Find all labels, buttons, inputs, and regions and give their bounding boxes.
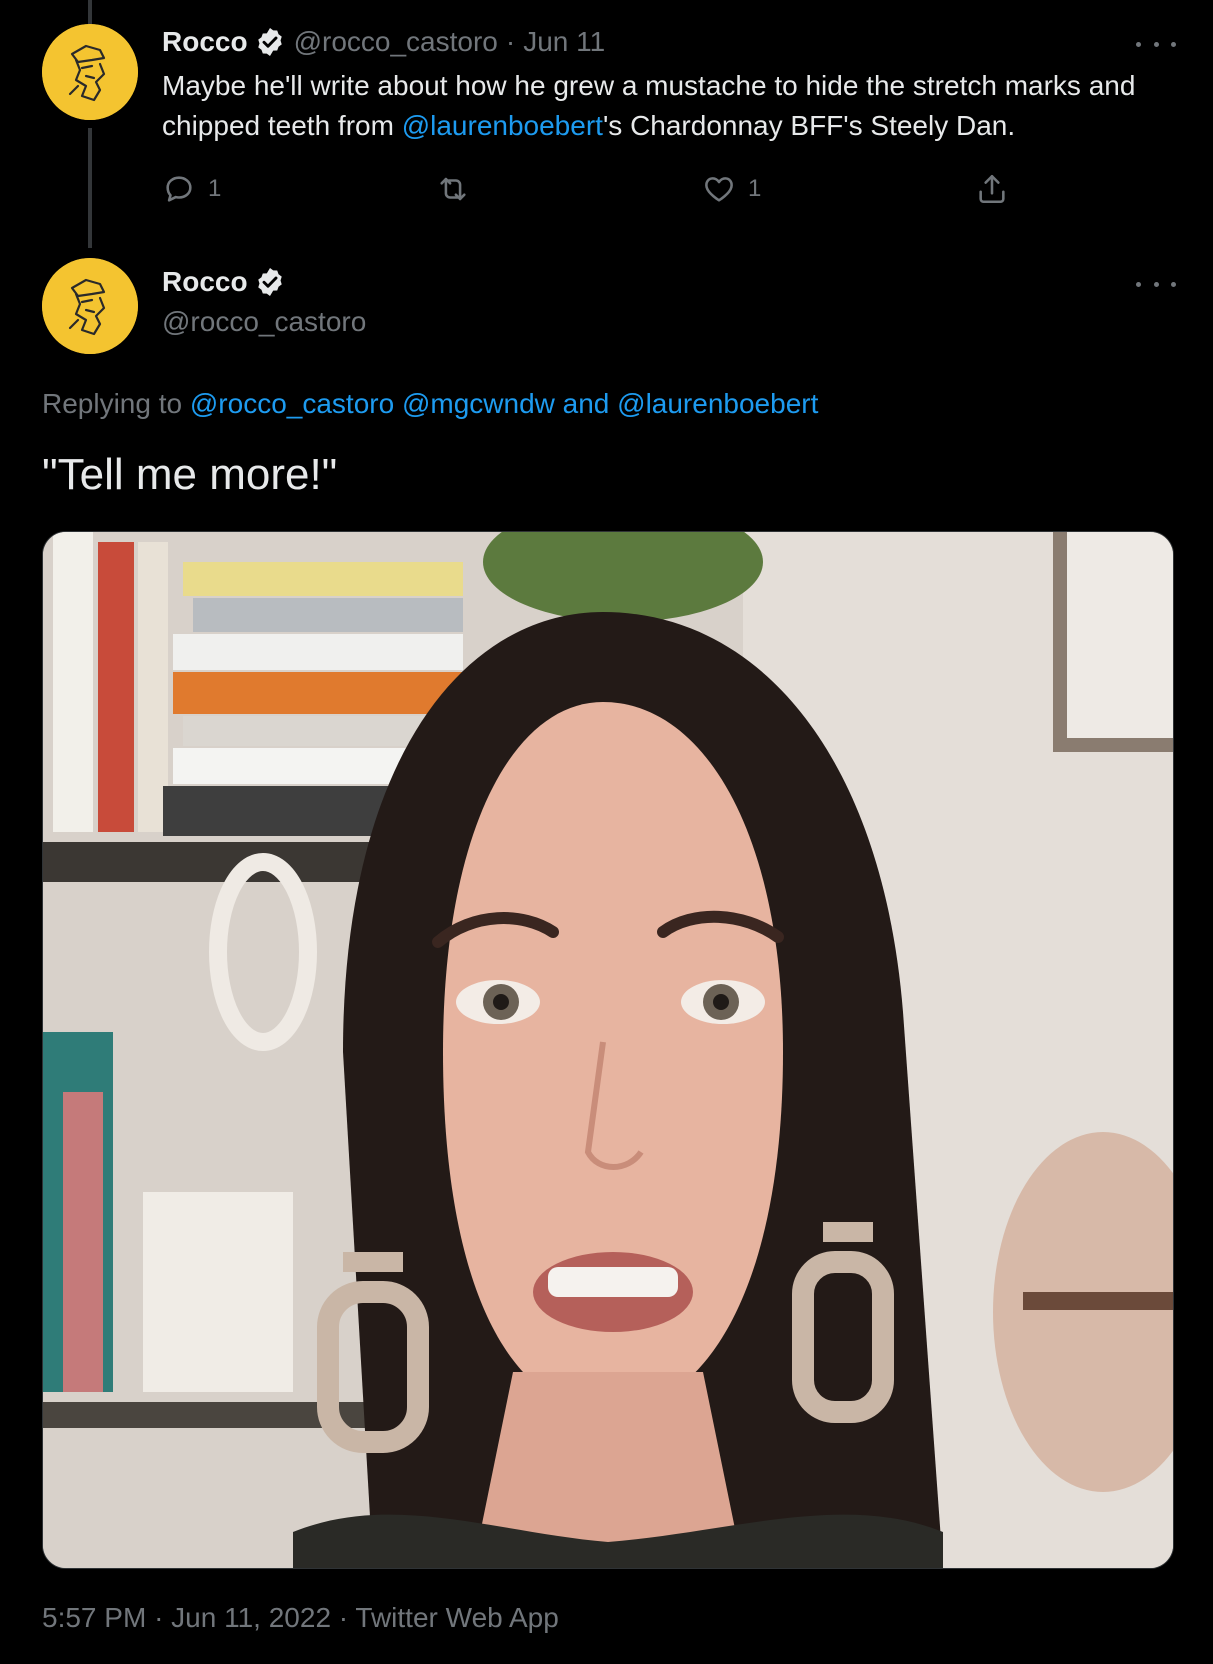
reply-icon bbox=[166, 176, 192, 202]
handle[interactable]: @rocco_castoro bbox=[162, 306, 366, 338]
like-button[interactable]: 1 bbox=[702, 172, 761, 206]
tweet-text: "Tell me more!" bbox=[42, 450, 338, 499]
avatar-illustration-icon bbox=[42, 24, 138, 120]
video-frame-image bbox=[43, 532, 1173, 1568]
share-button[interactable] bbox=[975, 172, 1009, 206]
main-tweet-header: Rocco bbox=[162, 266, 286, 298]
display-name[interactable]: Rocco bbox=[162, 266, 248, 298]
heart-icon bbox=[705, 177, 733, 202]
more-options-icon[interactable] bbox=[1136, 32, 1176, 56]
thread-connector bbox=[88, 128, 92, 248]
share-icon bbox=[979, 174, 1005, 204]
replying-prefix: Replying to bbox=[42, 388, 190, 419]
mention-link[interactable]: @rocco_castoro bbox=[190, 388, 394, 419]
handle[interactable]: @rocco_castoro bbox=[294, 26, 498, 58]
parent-tweet-header: Rocco @rocco_castoro · Jun 11 bbox=[162, 26, 605, 58]
verified-badge-icon bbox=[254, 26, 286, 58]
reply-button[interactable]: 1 bbox=[162, 172, 221, 206]
reply-count: 1 bbox=[208, 175, 222, 202]
avatar[interactable] bbox=[42, 258, 138, 354]
mention-link[interactable]: @laurenboebert bbox=[617, 388, 818, 419]
display-name[interactable]: Rocco bbox=[162, 26, 248, 58]
meta-separator: · bbox=[338, 1602, 349, 1633]
tweet-time-link[interactable]: 5:57 PM bbox=[42, 1602, 146, 1633]
retweet-icon bbox=[440, 177, 466, 201]
tweet-date-link[interactable]: Jun 11 bbox=[523, 26, 605, 58]
meta-separator: · bbox=[505, 26, 516, 57]
more-options-icon[interactable] bbox=[1136, 272, 1176, 296]
retweet-button[interactable] bbox=[436, 172, 482, 206]
like-count: 1 bbox=[748, 175, 762, 202]
mention-link[interactable]: @mgcwndw bbox=[402, 388, 555, 419]
tweet-media-video[interactable] bbox=[42, 531, 1174, 1569]
verified-badge-icon bbox=[254, 266, 286, 298]
tweet-date-link[interactable]: Jun 11, 2022 bbox=[171, 1602, 331, 1633]
replying-to: Replying to @rocco_castoro @mgcwndw and … bbox=[42, 388, 818, 420]
mention-link[interactable]: @laurenboebert bbox=[402, 110, 603, 141]
tweet-text: Maybe he'll write about how he grew a mu… bbox=[162, 66, 1162, 146]
tweet-timestamp: 5:57 PM · Jun 11, 2022 · Twitter Web App bbox=[42, 1602, 559, 1634]
reply-conjunction[interactable]: and bbox=[555, 388, 617, 419]
tweet-source-link[interactable]: Twitter Web App bbox=[355, 1602, 558, 1633]
thread-connector-top bbox=[88, 0, 92, 24]
meta-separator: · bbox=[154, 1602, 164, 1633]
avatar-illustration-icon bbox=[42, 258, 138, 354]
tweet-text-part: 's Chardonnay BFF's Steely Dan. bbox=[602, 110, 1016, 141]
avatar[interactable] bbox=[42, 24, 138, 120]
